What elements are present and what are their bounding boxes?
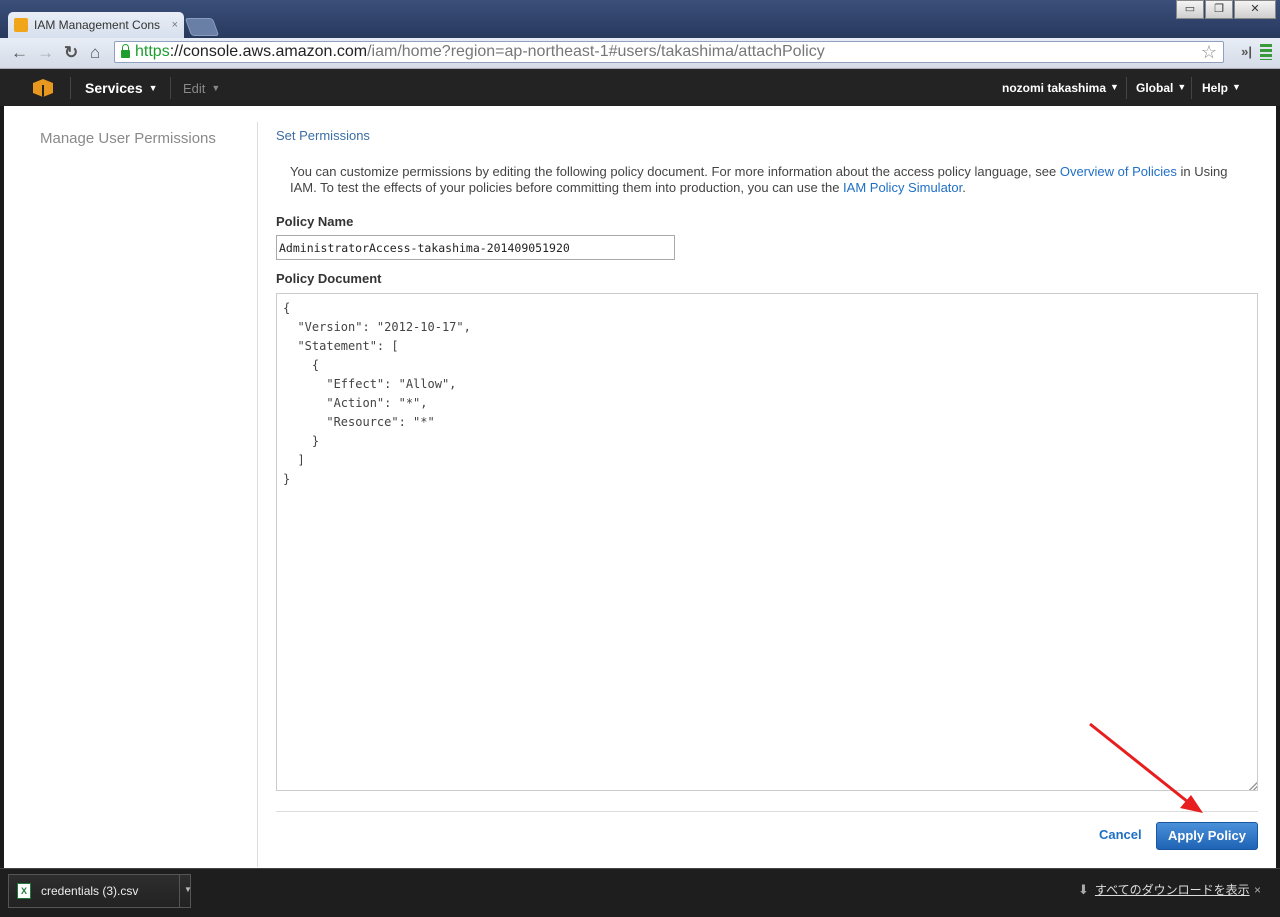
forward-arrow-icon[interactable]: → [37, 43, 54, 63]
back-arrow-icon[interactable]: ← [11, 43, 28, 63]
description-text: You can customize permissions by editing… [290, 164, 1228, 195]
aws-logo-icon[interactable] [33, 79, 53, 97]
aws-header: Services ▼ Edit ▼ nozomi takashima ▼ Global… [0, 69, 1280, 106]
apply-policy-button[interactable]: Apply Policy [1156, 822, 1258, 850]
download-arrow-icon: ⬇ [1078, 882, 1089, 897]
extensions-overflow-icon[interactable]: »| [1241, 44, 1252, 59]
restore-button[interactable]: ❐ [1205, 0, 1233, 19]
new-tab-button[interactable] [184, 18, 220, 36]
divider [179, 875, 180, 907]
form-divider [276, 811, 1258, 812]
region-menu[interactable]: Global ▼ [1136, 81, 1186, 95]
user-menu[interactable]: nozomi takashima ▼ [1002, 81, 1119, 95]
excel-file-icon: X [17, 883, 31, 899]
tab-title: IAM Management Cons [34, 18, 161, 32]
resize-handle-icon[interactable] [1249, 782, 1257, 790]
services-menu[interactable]: Services ▼ [85, 80, 158, 96]
bookmark-star-icon[interactable]: ☆ [1201, 42, 1217, 63]
divider [1191, 77, 1192, 99]
window-close-button[interactable]: ✕ [1234, 0, 1276, 19]
reload-icon[interactable]: ↻ [64, 43, 78, 63]
show-all-downloads-link[interactable]: ⬇ すべてのダウンロードを表示 [1078, 881, 1250, 898]
home-icon[interactable]: ⌂ [90, 43, 100, 63]
browser-toolbar: ← → ↻ ⌂ https://console.aws.amazon.com/i… [0, 38, 1280, 69]
policy-document-editor[interactable]: { "Version": "2012-10-17", "Statement": … [276, 293, 1258, 791]
overview-of-policies-link[interactable]: Overview of Policies [1060, 164, 1177, 179]
page-content: Manage User Permissions Set Permissions … [4, 106, 1276, 868]
cancel-button[interactable]: Cancel [1099, 827, 1142, 842]
url-text: https://console.aws.amazon.com/iam/home?… [135, 43, 825, 60]
download-shelf: X credentials (3).csv ▼ ⬇ すべてのダウンロードを表示 × [0, 868, 1280, 917]
minimize-button[interactable]: ▭ [1176, 0, 1204, 19]
policy-name-input[interactable] [276, 235, 675, 260]
tab-close-icon[interactable]: × [172, 19, 178, 31]
browser-titlebar: IAM Management Cons × ▭ ❐ ✕ [0, 0, 1280, 40]
divider [170, 77, 171, 99]
sidebar-title: Manage User Permissions [40, 130, 216, 147]
download-file-name: credentials (3).csv [41, 884, 139, 898]
policy-document-label: Policy Document [276, 271, 382, 286]
browser-tab[interactable]: IAM Management Cons × [8, 12, 184, 38]
download-item[interactable]: X credentials (3).csv ▼ [8, 874, 192, 908]
lock-icon [121, 44, 130, 58]
address-bar[interactable]: https://console.aws.amazon.com/iam/home?… [114, 41, 1224, 63]
window-controls: ▭ ❐ ✕ [1175, 0, 1276, 19]
browser-menu-icon[interactable] [1260, 44, 1272, 60]
edit-menu[interactable]: Edit ▼ [183, 81, 220, 96]
aws-favicon-icon [14, 18, 28, 32]
divider [70, 77, 71, 99]
help-menu[interactable]: Help ▼ [1202, 81, 1241, 95]
download-options-chevron-icon[interactable]: ▼ [184, 885, 192, 894]
sidebar-divider [257, 122, 258, 867]
divider [1126, 77, 1127, 99]
policy-name-label: Policy Name [276, 214, 354, 229]
close-shelf-icon[interactable]: × [1254, 883, 1261, 897]
iam-policy-simulator-link[interactable]: IAM Policy Simulator [843, 180, 962, 195]
breadcrumb[interactable]: Set Permissions [276, 128, 370, 143]
